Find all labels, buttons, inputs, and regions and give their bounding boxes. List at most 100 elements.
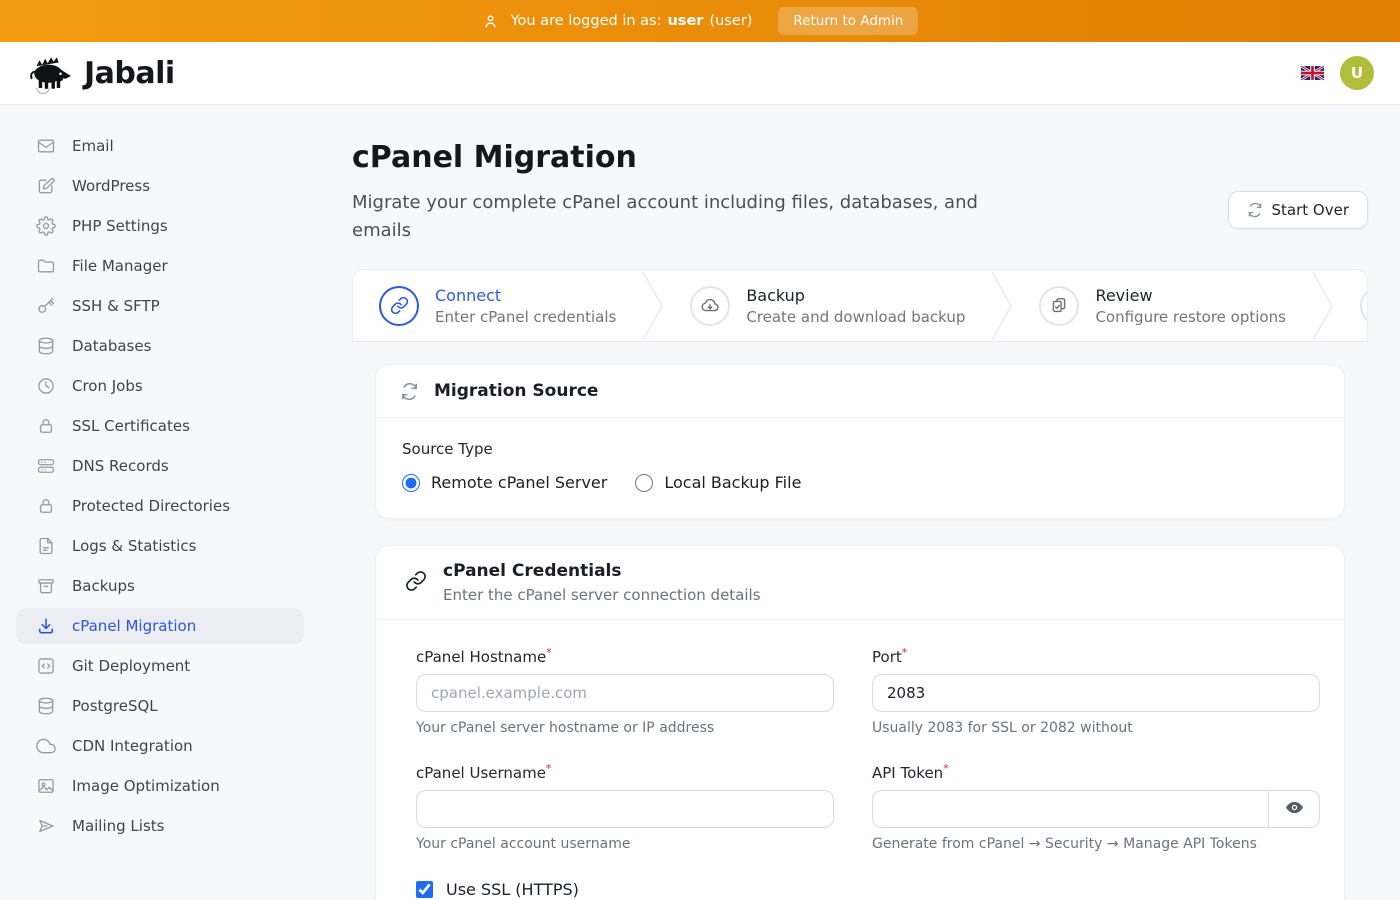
port-input[interactable] <box>872 674 1320 712</box>
database-icon <box>36 336 56 356</box>
sidebar-item-label: File Manager <box>72 257 168 275</box>
sidebar-item-postgresql[interactable]: PostgreSQL <box>16 688 304 724</box>
sidebar-item-label: SSH & SFTP <box>72 297 160 315</box>
remote-server-radio[interactable] <box>402 474 420 492</box>
step-separator <box>991 270 1013 342</box>
start-over-label: Start Over <box>1272 201 1350 219</box>
logged-in-prefix: You are logged in as: <box>511 13 662 29</box>
sidebar-item-label: Backups <box>72 577 135 595</box>
sidebar-nav: Email WordPress PHP Settings File Manage… <box>0 105 320 900</box>
port-helper: Usually 2083 for SSL or 2082 without <box>872 720 1320 736</box>
username-helper: Your cPanel account username <box>416 836 834 852</box>
refresh-icon <box>400 382 419 401</box>
port-label: Port* <box>872 646 1320 666</box>
required-mark: * <box>546 762 552 775</box>
person-icon <box>482 13 499 30</box>
api-token-label: API Token* <box>872 762 1320 782</box>
return-to-admin-button[interactable]: Return to Admin <box>778 7 918 35</box>
main-content: cPanel Migration Migrate your complete c… <box>320 105 1400 900</box>
required-mark: * <box>943 762 949 775</box>
cloud-download-icon <box>690 286 730 326</box>
sidebar-item-dns-records[interactable]: DNS Records <box>16 448 304 484</box>
step-connect[interactable]: Connect Enter cPanel credentials <box>353 286 642 326</box>
step-restore[interactable]: Restore Migration progress <box>1334 286 1368 326</box>
step-title: Review <box>1095 286 1286 305</box>
sidebar-item-cpanel-migration[interactable]: cPanel Migration <box>16 608 304 644</box>
play-icon <box>1360 286 1368 326</box>
radio-local-backup-file[interactable]: Local Backup File <box>635 473 801 492</box>
sidebar-item-mailing-lists[interactable]: Mailing Lists <box>16 808 304 844</box>
sidebar-item-label: Protected Directories <box>72 497 230 515</box>
database-icon <box>36 696 56 716</box>
sidebar-item-email[interactable]: Email <box>16 128 304 164</box>
sidebar-item-label: DNS Records <box>72 457 169 475</box>
source-type-label: Source Type <box>402 440 1318 458</box>
local-backup-radio[interactable] <box>635 474 653 492</box>
sidebar-item-file-manager[interactable]: File Manager <box>16 248 304 284</box>
sidebar-item-wordpress[interactable]: WordPress <box>16 168 304 204</box>
step-backup[interactable]: Backup Create and download backup <box>664 286 991 326</box>
sidebar-item-cron-jobs[interactable]: Cron Jobs <box>16 368 304 404</box>
hostname-input[interactable] <box>416 674 834 712</box>
start-over-button[interactable]: Start Over <box>1228 191 1369 229</box>
step-separator <box>1312 270 1334 342</box>
brand-name: Jabali <box>84 56 175 91</box>
logged-in-username: user <box>667 13 703 29</box>
radio-remote-cpanel-server[interactable]: Remote cPanel Server <box>402 473 607 492</box>
download-icon <box>36 616 56 636</box>
gear-icon <box>36 216 56 236</box>
card-subtitle: Enter the cPanel server connection detai… <box>443 586 761 604</box>
code-icon <box>36 656 56 676</box>
use-ssl-checkbox[interactable] <box>416 881 433 898</box>
user-avatar[interactable]: U <box>1340 56 1374 90</box>
server-icon <box>36 456 56 476</box>
step-review[interactable]: Review Configure restore options <box>1013 286 1312 326</box>
edit-icon <box>36 176 56 196</box>
image-icon <box>36 776 56 796</box>
api-token-input[interactable] <box>872 790 1269 828</box>
api-token-helper: Generate from cPanel → Security → Manage… <box>872 836 1320 852</box>
required-mark: * <box>902 646 908 659</box>
sidebar-item-label: Logs & Statistics <box>72 537 196 555</box>
sidebar-item-image-optimization[interactable]: Image Optimization <box>16 768 304 804</box>
username-input[interactable] <box>416 790 834 828</box>
cpanel-credentials-card: cPanel Credentials Enter the cPanel serv… <box>375 545 1345 900</box>
sidebar-item-ssh-sftp[interactable]: SSH & SFTP <box>16 288 304 324</box>
eye-icon <box>1284 797 1305 822</box>
link-icon <box>405 570 427 596</box>
file-text-icon <box>36 536 56 556</box>
key-icon <box>36 296 56 316</box>
use-ssl-option[interactable]: Use SSL (HTTPS) <box>416 880 1320 899</box>
sidebar-item-git-deployment[interactable]: Git Deployment <box>16 648 304 684</box>
sidebar-item-label: WordPress <box>72 177 150 195</box>
page-title: cPanel Migration <box>352 140 1368 175</box>
app-header: Jabali U <box>0 42 1400 105</box>
sidebar-item-databases[interactable]: Databases <box>16 328 304 364</box>
sidebar-item-label: Databases <box>72 337 151 355</box>
step-subtitle: Enter cPanel credentials <box>435 308 616 326</box>
logged-in-role: (user) <box>709 13 752 29</box>
sidebar-item-ssl-certificates[interactable]: SSL Certificates <box>16 408 304 444</box>
folder-icon <box>36 256 56 276</box>
sidebar-item-logs-statistics[interactable]: Logs & Statistics <box>16 528 304 564</box>
link-icon <box>379 286 419 326</box>
step-separator <box>642 270 664 342</box>
sidebar-item-label: Cron Jobs <box>72 377 143 395</box>
clipboard-check-icon <box>1039 286 1079 326</box>
admin-impersonation-bar: You are logged in as: user (user) Return… <box>0 0 1400 42</box>
page-subtitle: Migrate your complete cPanel account inc… <box>352 189 992 245</box>
sidebar-item-cdn-integration[interactable]: CDN Integration <box>16 728 304 764</box>
sidebar-item-php-settings[interactable]: PHP Settings <box>16 208 304 244</box>
cloud-icon <box>36 736 56 756</box>
radio-label: Local Backup File <box>664 473 801 492</box>
sidebar-item-label: SSL Certificates <box>72 417 190 435</box>
toggle-token-visibility-button[interactable] <box>1268 790 1320 828</box>
sidebar-item-protected-directories[interactable]: Protected Directories <box>16 488 304 524</box>
step-subtitle: Configure restore options <box>1095 308 1286 326</box>
refresh-icon <box>1247 202 1263 218</box>
send-icon <box>36 816 56 836</box>
language-flag-icon[interactable] <box>1301 65 1324 81</box>
card-title: cPanel Credentials <box>443 561 761 581</box>
sidebar-item-backups[interactable]: Backups <box>16 568 304 604</box>
sidebar-item-label: Mailing Lists <box>72 817 164 835</box>
